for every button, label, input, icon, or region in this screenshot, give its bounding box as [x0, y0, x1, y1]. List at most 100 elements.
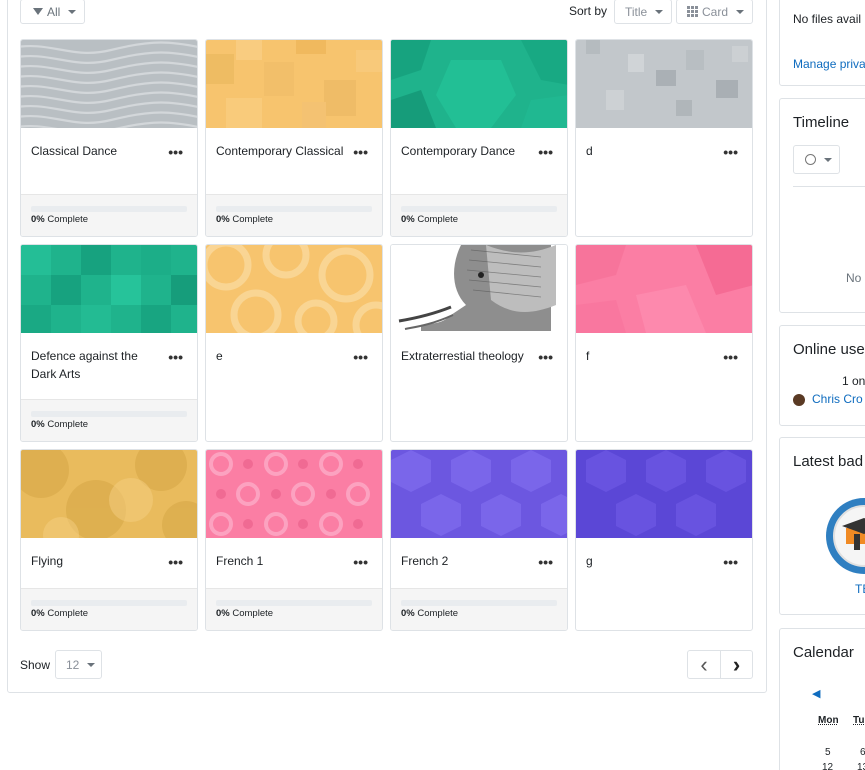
progress-bar: [216, 206, 372, 212]
calendar-prev-month-icon[interactable]: ◀: [812, 687, 820, 700]
progress-text: 0% Complete: [31, 419, 89, 430]
course-card[interactable]: e •••: [205, 244, 383, 442]
course-title[interactable]: French 1: [216, 552, 346, 570]
course-card[interactable]: Contemporary Dance ••• 0% Complete: [390, 39, 568, 237]
progress-bar: [216, 600, 372, 606]
course-title[interactable]: Flying: [31, 552, 161, 570]
course-title[interactable]: Contemporary Classical: [216, 142, 346, 160]
course-title[interactable]: g: [586, 552, 716, 570]
badge-icon[interactable]: [824, 494, 865, 578]
online-user-link[interactable]: Chris Cro: [812, 392, 863, 406]
online-users-block: Online use 1 on Chris Cro: [779, 325, 865, 426]
calendar-day-tue: Tu: [853, 715, 865, 726]
chevron-down-icon: [655, 9, 664, 14]
per-page-dropdown[interactable]: 12: [55, 650, 102, 679]
avatar: [793, 394, 805, 406]
course-card[interactable]: Flying ••• 0% Complete: [20, 449, 198, 631]
filter-icon: [33, 8, 43, 15]
chevron-down-icon: [824, 157, 832, 162]
course-title[interactable]: f: [586, 347, 716, 365]
filter-label: All: [47, 4, 61, 19]
course-title[interactable]: Contemporary Dance: [401, 142, 531, 160]
no-files-text: No files avail: [793, 12, 862, 26]
progress-bar: [401, 600, 557, 606]
course-menu-icon[interactable]: •••: [353, 350, 368, 364]
course-card[interactable]: f •••: [575, 244, 753, 442]
calendar-date[interactable]: 13: [857, 762, 865, 770]
sort-dropdown[interactable]: Title: [614, 0, 672, 24]
chevron-down-icon: [736, 9, 745, 14]
calendar-date[interactable]: 12: [822, 762, 833, 770]
course-title[interactable]: e: [216, 347, 346, 365]
chevron-left-icon: ‹: [700, 651, 708, 677]
progress-text: 0% Complete: [401, 608, 459, 619]
course-title[interactable]: Classical Dance: [31, 142, 161, 160]
course-progress-footer: 0% Complete: [21, 588, 197, 630]
grouping-filter-button[interactable]: All: [20, 0, 85, 24]
course-menu-icon[interactable]: •••: [723, 350, 738, 364]
course-card[interactable]: g •••: [575, 449, 753, 631]
course-image[interactable]: [206, 245, 382, 333]
course-image[interactable]: [21, 245, 197, 333]
course-progress-footer: 0% Complete: [391, 588, 567, 630]
course-menu-icon[interactable]: •••: [168, 145, 183, 159]
grid-icon: [687, 6, 698, 17]
course-menu-icon[interactable]: •••: [538, 555, 553, 569]
course-title[interactable]: d: [586, 142, 716, 160]
course-menu-icon[interactable]: •••: [168, 350, 183, 364]
course-card[interactable]: French 1 ••• 0% Complete: [205, 449, 383, 631]
course-menu-icon[interactable]: •••: [723, 145, 738, 159]
course-image[interactable]: [21, 450, 197, 538]
course-card[interactable]: Classical Dance ••• 0% Complete: [20, 39, 198, 237]
course-image[interactable]: [576, 450, 752, 538]
course-title[interactable]: French 2: [401, 552, 531, 570]
course-menu-icon[interactable]: •••: [353, 145, 368, 159]
chevron-down-icon: [68, 9, 77, 14]
course-menu-icon[interactable]: •••: [538, 350, 553, 364]
badge-caption-link[interactable]: TE: [855, 582, 865, 596]
course-card[interactable]: French 2 ••• 0% Complete: [390, 449, 568, 631]
timeline-empty-text: No: [846, 271, 862, 285]
next-page-button[interactable]: ›: [720, 650, 753, 679]
course-progress-footer: 0% Complete: [21, 399, 197, 441]
latest-badges-title: Latest bad: [793, 453, 864, 470]
calendar-date[interactable]: 5: [825, 747, 831, 758]
course-image[interactable]: [576, 40, 752, 128]
course-menu-icon[interactable]: •••: [168, 555, 183, 569]
course-image[interactable]: [391, 245, 567, 333]
calendar-block: Calendar ◀ Mon Tu 5 6 12 13: [779, 628, 865, 770]
chevron-down-icon: [87, 662, 96, 667]
manage-private-files-link[interactable]: Manage priva: [793, 57, 865, 71]
course-image[interactable]: [21, 40, 197, 128]
per-page-value: 12: [66, 657, 80, 672]
course-progress-footer: 0% Complete: [206, 194, 382, 236]
course-card[interactable]: Extraterrestial theology •••: [390, 244, 568, 442]
course-menu-icon[interactable]: •••: [538, 145, 553, 159]
online-users-title: Online use: [793, 341, 865, 358]
course-title[interactable]: Extraterrestial theology: [401, 347, 531, 365]
calendar-title: Calendar: [793, 644, 854, 661]
course-menu-icon[interactable]: •••: [723, 555, 738, 569]
course-card[interactable]: d •••: [575, 39, 753, 237]
course-image[interactable]: [391, 450, 567, 538]
progress-bar: [31, 600, 187, 606]
latest-badges-block: Latest bad TE: [779, 437, 865, 615]
course-menu-icon[interactable]: •••: [353, 555, 368, 569]
timeline-block: Timeline No: [779, 98, 865, 313]
course-image[interactable]: [206, 40, 382, 128]
progress-bar: [401, 206, 557, 212]
course-title[interactable]: Defence against the Dark Arts: [31, 347, 161, 383]
course-card[interactable]: Defence against the Dark Arts ••• 0% Com…: [20, 244, 198, 442]
previous-page-button[interactable]: ‹: [687, 650, 721, 679]
course-progress-footer: 0% Complete: [21, 194, 197, 236]
view-dropdown[interactable]: Card: [676, 0, 753, 24]
progress-text: 0% Complete: [31, 608, 89, 619]
course-progress-footer: 0% Complete: [206, 588, 382, 630]
timeline-filter-dropdown[interactable]: [793, 145, 840, 174]
course-image[interactable]: [576, 245, 752, 333]
course-progress-footer: 0% Complete: [391, 194, 567, 236]
calendar-date[interactable]: 6: [860, 747, 865, 758]
course-image[interactable]: [391, 40, 567, 128]
course-card[interactable]: Contemporary Classical ••• 0% Complete: [205, 39, 383, 237]
course-image[interactable]: [206, 450, 382, 538]
